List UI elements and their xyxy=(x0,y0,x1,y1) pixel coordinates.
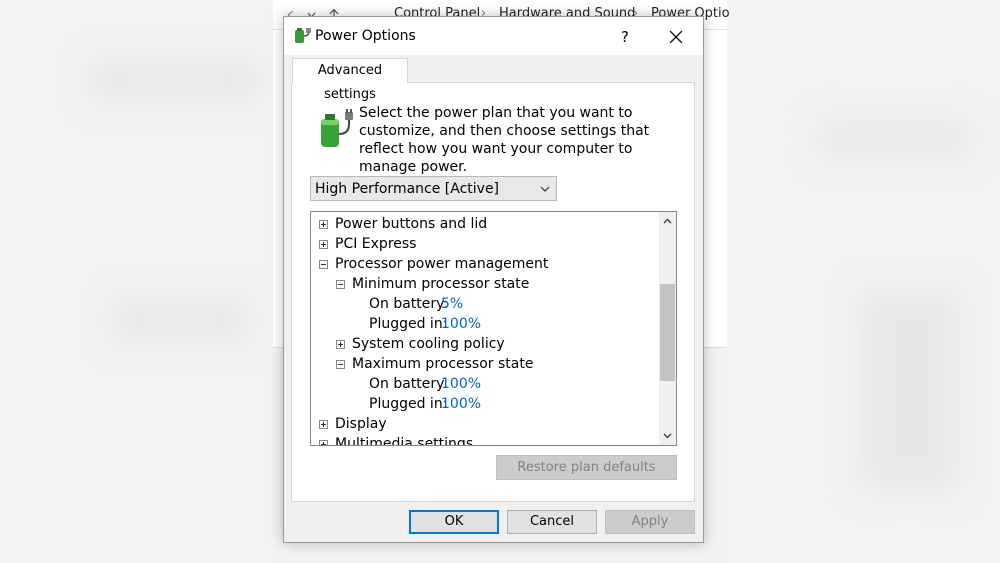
dialog-title: Power Options xyxy=(315,28,416,44)
power-plan-select[interactable]: High Performance [Active] xyxy=(310,176,557,201)
background-blur xyxy=(820,120,970,156)
close-icon[interactable] xyxy=(656,24,696,50)
plan-description: Select the power plan that you want to c… xyxy=(359,105,650,175)
setting-value-link[interactable]: 100% xyxy=(441,394,481,414)
help-button[interactable]: ? xyxy=(607,25,643,49)
chevron-down-icon xyxy=(540,186,550,192)
tree-item-label: Maximum processor state xyxy=(352,356,534,372)
scrollbar-thumb[interactable] xyxy=(660,284,675,381)
background-blur xyxy=(90,60,260,100)
expand-icon[interactable] xyxy=(319,240,328,249)
setting-value-link[interactable]: 5% xyxy=(441,294,463,314)
tree-item-label: PCI Express xyxy=(335,236,417,252)
expand-icon[interactable] xyxy=(319,420,328,429)
background-blur xyxy=(860,290,960,490)
tree-item-label: Processor power management xyxy=(335,256,549,272)
collapse-icon[interactable] xyxy=(336,280,345,289)
tree-item-label: On battery: xyxy=(369,376,449,392)
expand-icon[interactable] xyxy=(319,220,328,229)
tab-advanced-settings[interactable]: Advanced settings xyxy=(292,58,408,102)
settings-tree[interactable]: Power buttons and lid PCI Express Processo… xyxy=(310,211,677,446)
restore-defaults-button[interactable]: Restore plan defaults xyxy=(496,455,677,480)
selected-plan: High Performance [Active] xyxy=(315,181,500,197)
background-blur xyxy=(110,300,250,340)
tree-item-label: Multimedia settings xyxy=(335,436,474,446)
power-options-icon xyxy=(295,28,311,43)
cancel-button[interactable]: Cancel xyxy=(507,510,597,534)
collapse-icon[interactable] xyxy=(319,260,328,269)
setting-value-link[interactable]: 100% xyxy=(441,374,481,394)
scroll-down-icon[interactable] xyxy=(663,433,672,439)
power-options-dialog: Power Options ? Advanced settings Select… xyxy=(283,16,704,543)
settings-panel: Select the power plan that you want to c… xyxy=(291,82,695,502)
setting-value-link[interactable]: 100% xyxy=(441,314,481,334)
tree-item-label: On battery: xyxy=(369,296,449,312)
tree-item-label: Display xyxy=(335,416,387,432)
tree-item-label: Plugged in: xyxy=(369,396,448,412)
tree-item-label: Power buttons and lid xyxy=(335,216,488,232)
battery-plug-icon xyxy=(321,109,353,147)
expand-icon[interactable] xyxy=(336,340,345,349)
title-bar[interactable]: Power Options ? xyxy=(284,17,703,55)
expand-icon[interactable] xyxy=(319,440,328,445)
scroll-up-icon[interactable] xyxy=(663,218,672,224)
apply-button[interactable]: Apply xyxy=(605,510,695,534)
tree-item-label: System cooling policy xyxy=(352,336,505,352)
tree-item-label: Plugged in: xyxy=(369,316,448,332)
vertical-scrollbar[interactable] xyxy=(659,212,676,445)
ok-button[interactable]: OK xyxy=(409,510,499,534)
collapse-icon[interactable] xyxy=(336,360,345,369)
tree-item-label: Minimum processor state xyxy=(352,276,530,292)
